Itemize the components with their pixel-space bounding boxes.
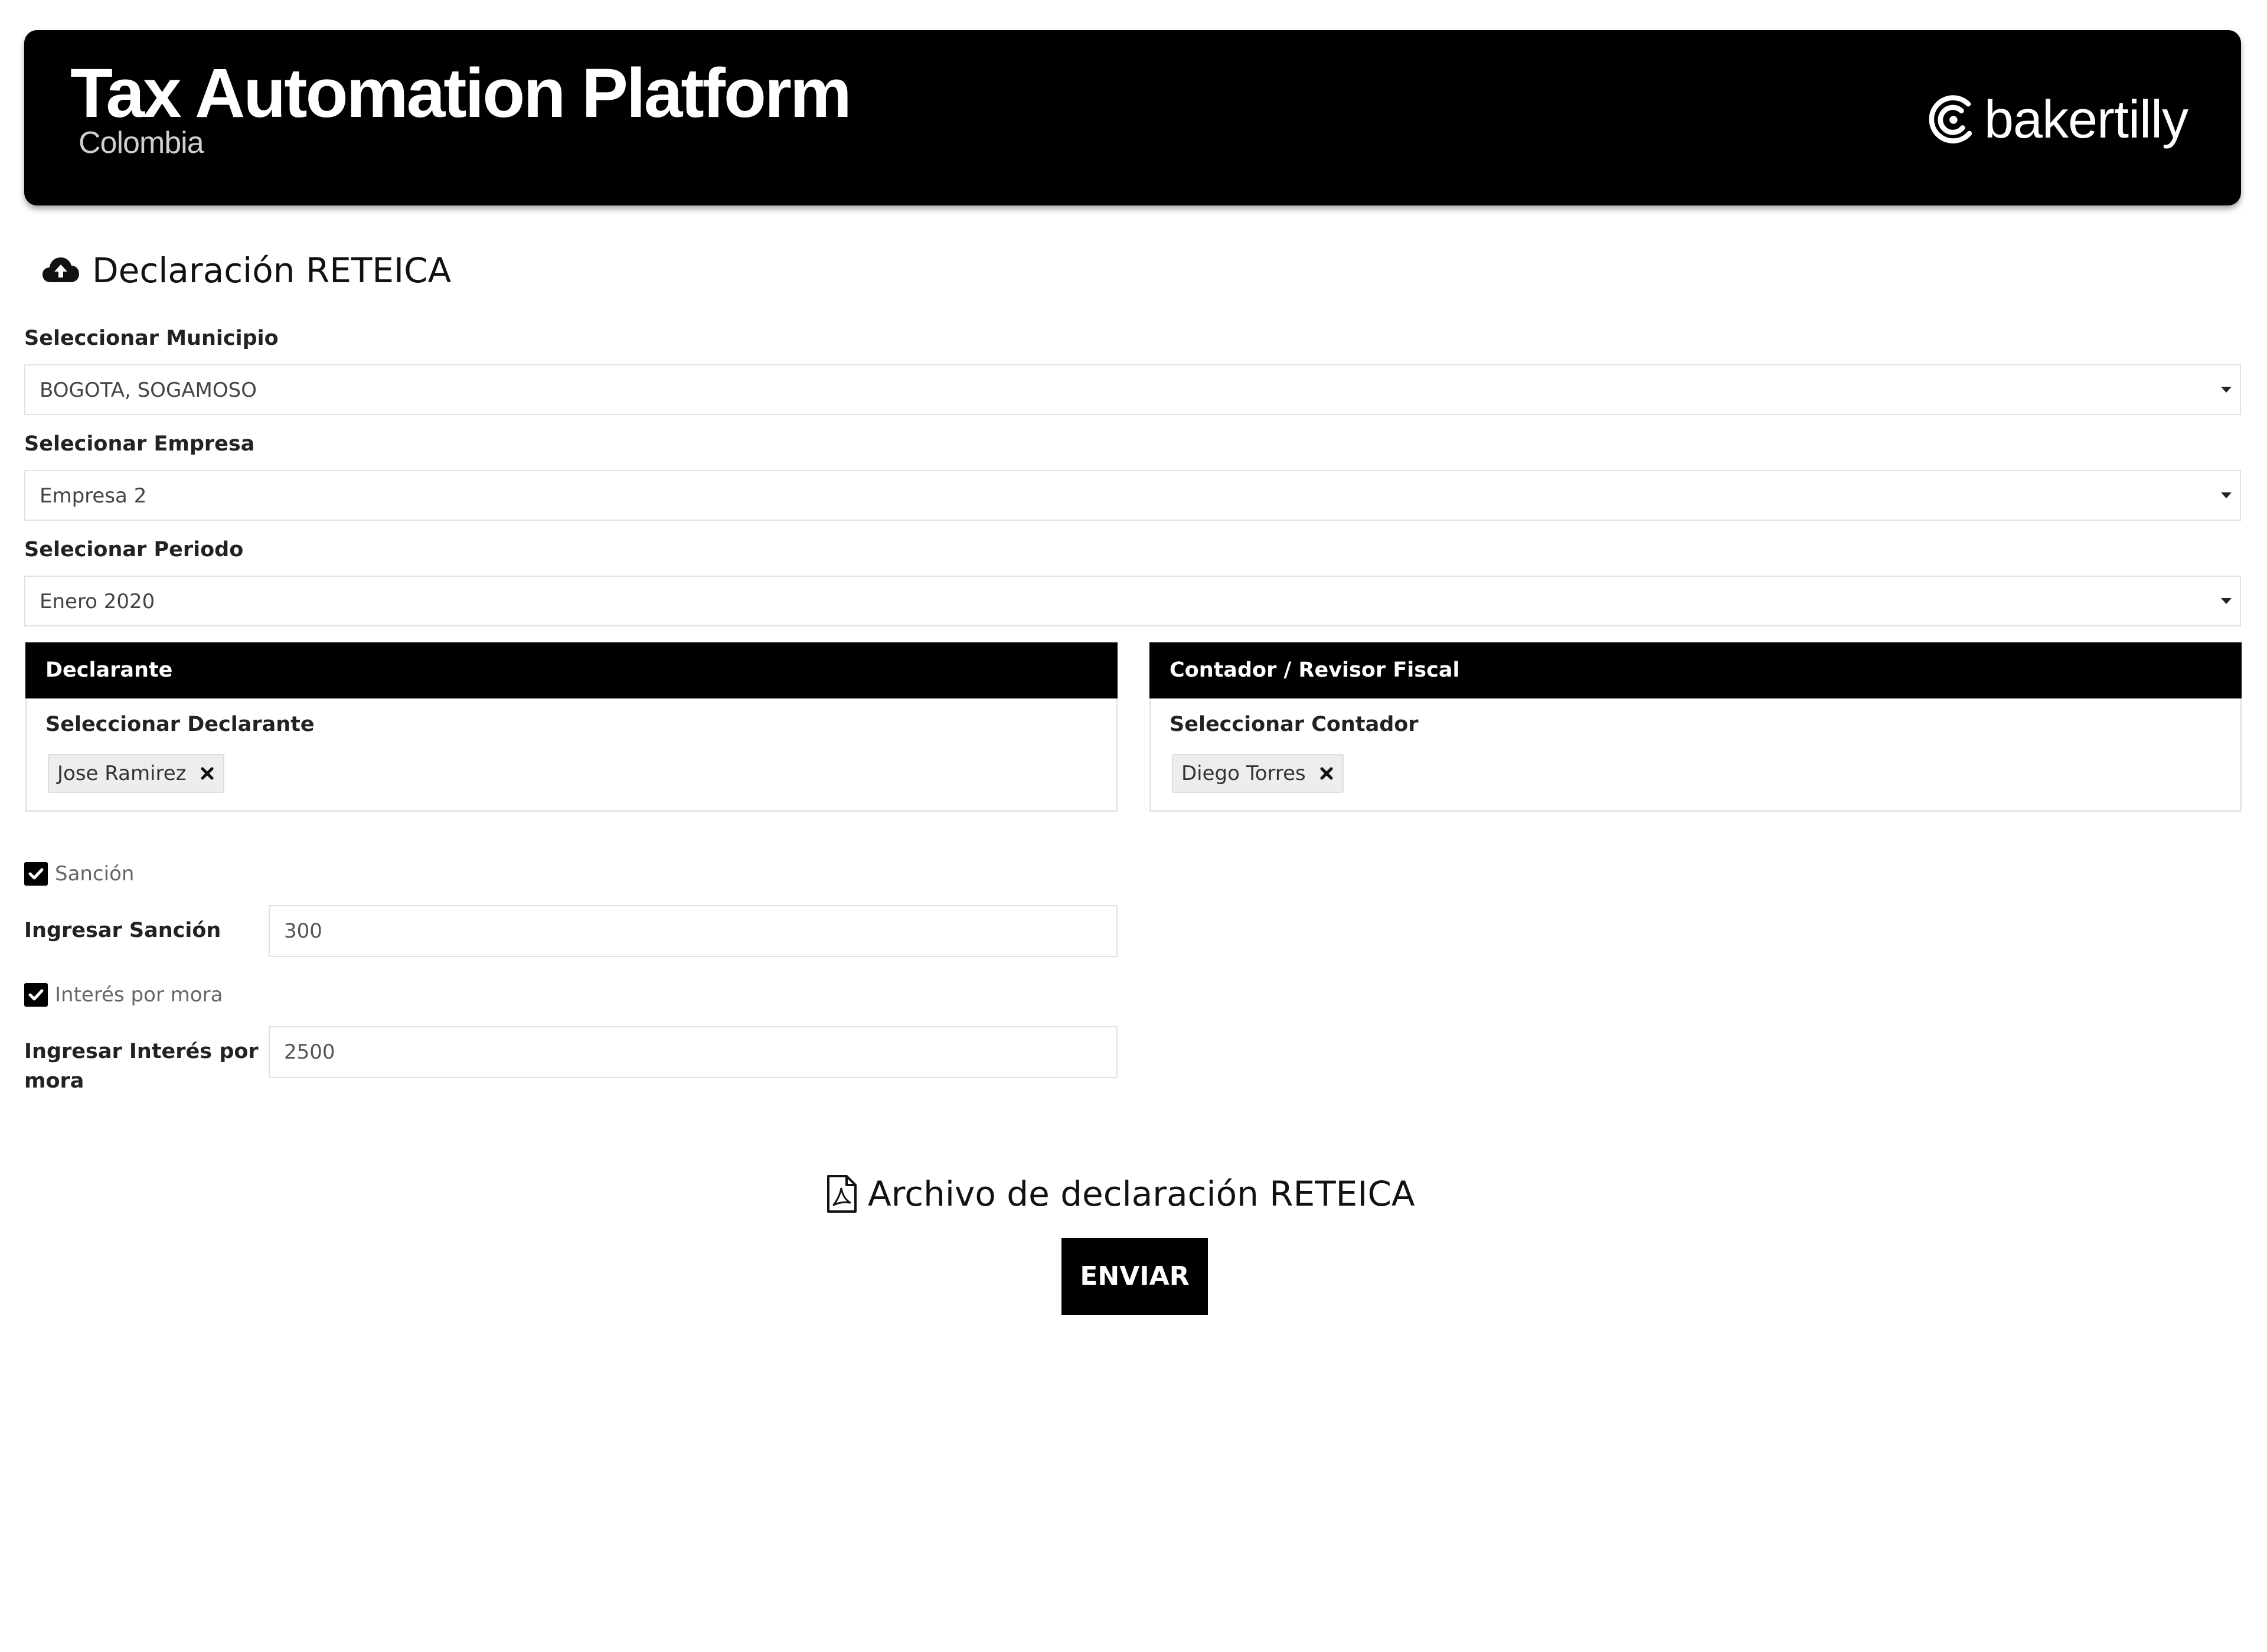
close-icon[interactable] xyxy=(200,766,215,781)
empresa-select-value: Empresa 2 xyxy=(40,484,147,508)
sancion-checkbox[interactable] xyxy=(24,862,48,886)
declarante-tag-text: Jose Ramirez xyxy=(57,762,187,785)
chevron-down-icon xyxy=(2221,598,2232,604)
page-title: Declaración RETEICA xyxy=(41,247,451,294)
interes-input-label: Ingresar Interés por mora xyxy=(24,1040,259,1093)
periodo-label: Selecionar Periodo xyxy=(24,538,244,561)
sancion-input[interactable] xyxy=(269,905,1118,957)
bakertilly-logo-icon xyxy=(1929,95,1972,143)
chevron-down-icon xyxy=(2221,492,2232,498)
pdf-file-icon xyxy=(827,1175,857,1213)
interes-checkbox-label: Interés por mora xyxy=(55,983,223,1007)
municipio-select-value: BOGOTA, SOGAMOSO xyxy=(40,378,257,402)
declarante-panel-header: Declarante xyxy=(25,642,1118,698)
contador-panel: Contador / Revisor Fiscal Seleccionar Co… xyxy=(1149,642,2242,812)
interes-checkbox[interactable] xyxy=(24,983,48,1007)
brand-logo: bakertilly xyxy=(1924,84,2188,155)
sancion-checkbox-row[interactable]: Sanción xyxy=(24,861,134,887)
send-button[interactable]: ENVIAR xyxy=(1061,1238,1208,1315)
interes-input[interactable] xyxy=(269,1026,1118,1078)
file-section-title: Archivo de declaración RETEICA xyxy=(825,1169,1415,1219)
file-section-title-text: Archivo de declaración RETEICA xyxy=(868,1174,1415,1214)
declarante-panel: Declarante Seleccionar Declarante Jose R… xyxy=(25,642,1118,812)
municipio-label: Seleccionar Municipio xyxy=(24,327,279,350)
checkmark-icon xyxy=(28,868,44,880)
sancion-input-label: Ingresar Sanción xyxy=(24,919,221,942)
contador-selected-tag: Diego Torres xyxy=(1172,754,1344,793)
checkmark-icon xyxy=(28,989,44,1001)
empresa-select[interactable]: Empresa 2 xyxy=(24,470,2241,521)
declarante-selected-tag: Jose Ramirez xyxy=(48,754,224,793)
app-header: Tax Automation Platform Colombia bakerti… xyxy=(24,30,2241,205)
contador-tag-text: Diego Torres xyxy=(1181,762,1306,785)
chevron-down-icon xyxy=(2221,387,2232,393)
close-icon[interactable] xyxy=(1319,766,1334,781)
interes-checkbox-row[interactable]: Interés por mora xyxy=(24,982,223,1008)
app-title: Tax Automation Platform xyxy=(70,54,852,132)
declarante-select-label: Seleccionar Declarante xyxy=(45,713,315,736)
cloud-upload-icon xyxy=(43,257,79,282)
sancion-checkbox-label: Sanción xyxy=(55,862,135,886)
app-subtitle: Colombia xyxy=(79,126,204,160)
periodo-select-value: Enero 2020 xyxy=(40,590,155,613)
periodo-select[interactable]: Enero 2020 xyxy=(24,576,2241,626)
page-title-text: Declaración RETEICA xyxy=(92,250,452,290)
municipio-select[interactable]: BOGOTA, SOGAMOSO xyxy=(24,364,2241,415)
contador-select-label: Seleccionar Contador xyxy=(1170,713,1419,736)
contador-panel-header: Contador / Revisor Fiscal xyxy=(1149,642,2242,698)
empresa-label: Selecionar Empresa xyxy=(24,432,255,456)
brand-name: bakertilly xyxy=(1984,90,2188,149)
